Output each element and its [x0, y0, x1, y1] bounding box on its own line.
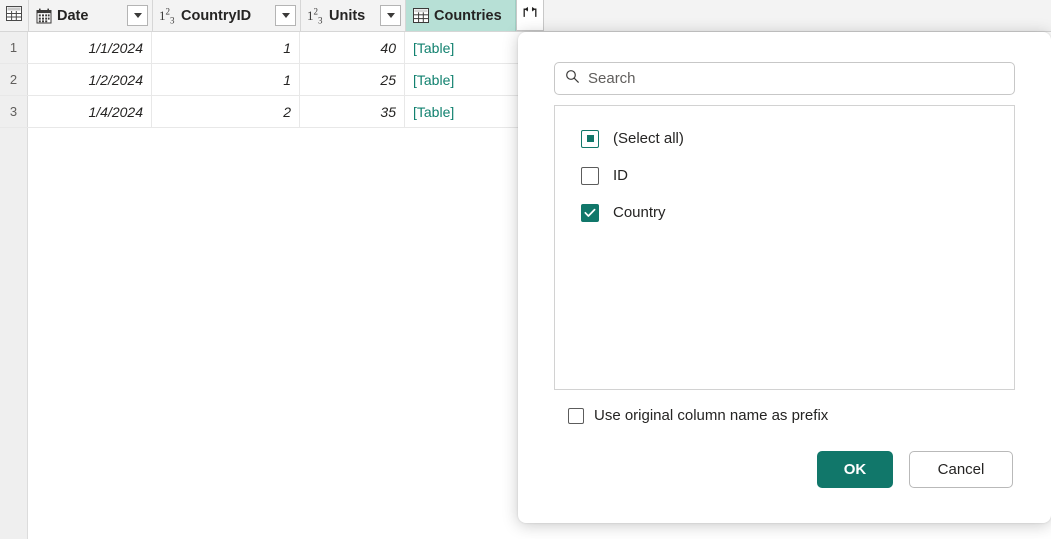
- calendar-icon: [35, 7, 52, 24]
- cell-units[interactable]: 25: [300, 64, 405, 95]
- expand-columns-button[interactable]: [516, 0, 544, 31]
- checkbox-unchecked-icon[interactable]: [568, 408, 584, 424]
- dialog-button-row: OK Cancel: [554, 451, 1015, 488]
- search-input[interactable]: Search: [554, 62, 1015, 95]
- expand-columns-dialog: Search (Select all) ID Country: [518, 32, 1051, 523]
- list-item-label: ID: [613, 167, 628, 184]
- cell-units[interactable]: 35: [300, 96, 405, 127]
- table-grid-icon: [6, 6, 22, 26]
- checkbox-indeterminate-icon[interactable]: [581, 130, 599, 148]
- chevron-down-icon: [282, 13, 290, 18]
- cancel-button[interactable]: Cancel: [909, 451, 1013, 488]
- checkbox-checked-icon[interactable]: [581, 204, 599, 222]
- chevron-down-icon: [387, 13, 395, 18]
- cell-countryid[interactable]: 1: [152, 64, 300, 95]
- checkbox-unchecked-icon[interactable]: [581, 167, 599, 185]
- grid-header-row: Date 123 CountryID 123 Units: [0, 0, 1051, 32]
- column-header-units[interactable]: 123 Units: [301, 0, 406, 31]
- cell-countryid[interactable]: 2: [152, 96, 300, 127]
- cell-countryid[interactable]: 1: [152, 32, 300, 63]
- column-header-label: Units: [329, 8, 375, 24]
- table-grid-icon: [412, 7, 429, 24]
- list-item-select-all[interactable]: (Select all): [555, 120, 1014, 157]
- column-header-countries[interactable]: Countries: [406, 0, 516, 31]
- prefix-option-label: Use original column name as prefix: [594, 407, 828, 424]
- column-checkbox-list[interactable]: (Select all) ID Country: [554, 105, 1015, 390]
- row-number: 2: [0, 64, 28, 95]
- whole-number-icon: 123: [159, 7, 176, 24]
- column-header-countryid[interactable]: 123 CountryID: [153, 0, 301, 31]
- column-filter-dropdown-countryid[interactable]: [275, 5, 296, 26]
- search-placeholder: Search: [588, 70, 636, 87]
- ok-button[interactable]: OK: [817, 451, 893, 488]
- cell-date[interactable]: 1/1/2024: [28, 32, 152, 63]
- column-header-label: Date: [57, 8, 122, 24]
- whole-number-icon: 123: [307, 7, 324, 24]
- search-icon: [565, 69, 580, 89]
- column-header-date[interactable]: Date: [29, 0, 153, 31]
- cell-units[interactable]: 40: [300, 32, 405, 63]
- list-item-label: Country: [613, 204, 666, 221]
- list-item-id[interactable]: ID: [555, 157, 1014, 194]
- column-header-label: Countries: [434, 8, 511, 24]
- column-filter-dropdown-date[interactable]: [127, 5, 148, 26]
- list-item-label: (Select all): [613, 130, 684, 147]
- row-number: 1: [0, 32, 28, 63]
- select-all-corner-cell[interactable]: [0, 0, 29, 31]
- expand-columns-icon: [521, 6, 539, 24]
- chevron-down-icon: [134, 13, 142, 18]
- row-number: 3: [0, 96, 28, 127]
- list-item-country[interactable]: Country: [555, 194, 1014, 231]
- cell-date[interactable]: 1/2/2024: [28, 64, 152, 95]
- column-header-label: CountryID: [181, 8, 270, 24]
- use-original-column-name-prefix-option[interactable]: Use original column name as prefix: [554, 407, 1015, 424]
- cell-date[interactable]: 1/4/2024: [28, 96, 152, 127]
- column-filter-dropdown-units[interactable]: [380, 5, 401, 26]
